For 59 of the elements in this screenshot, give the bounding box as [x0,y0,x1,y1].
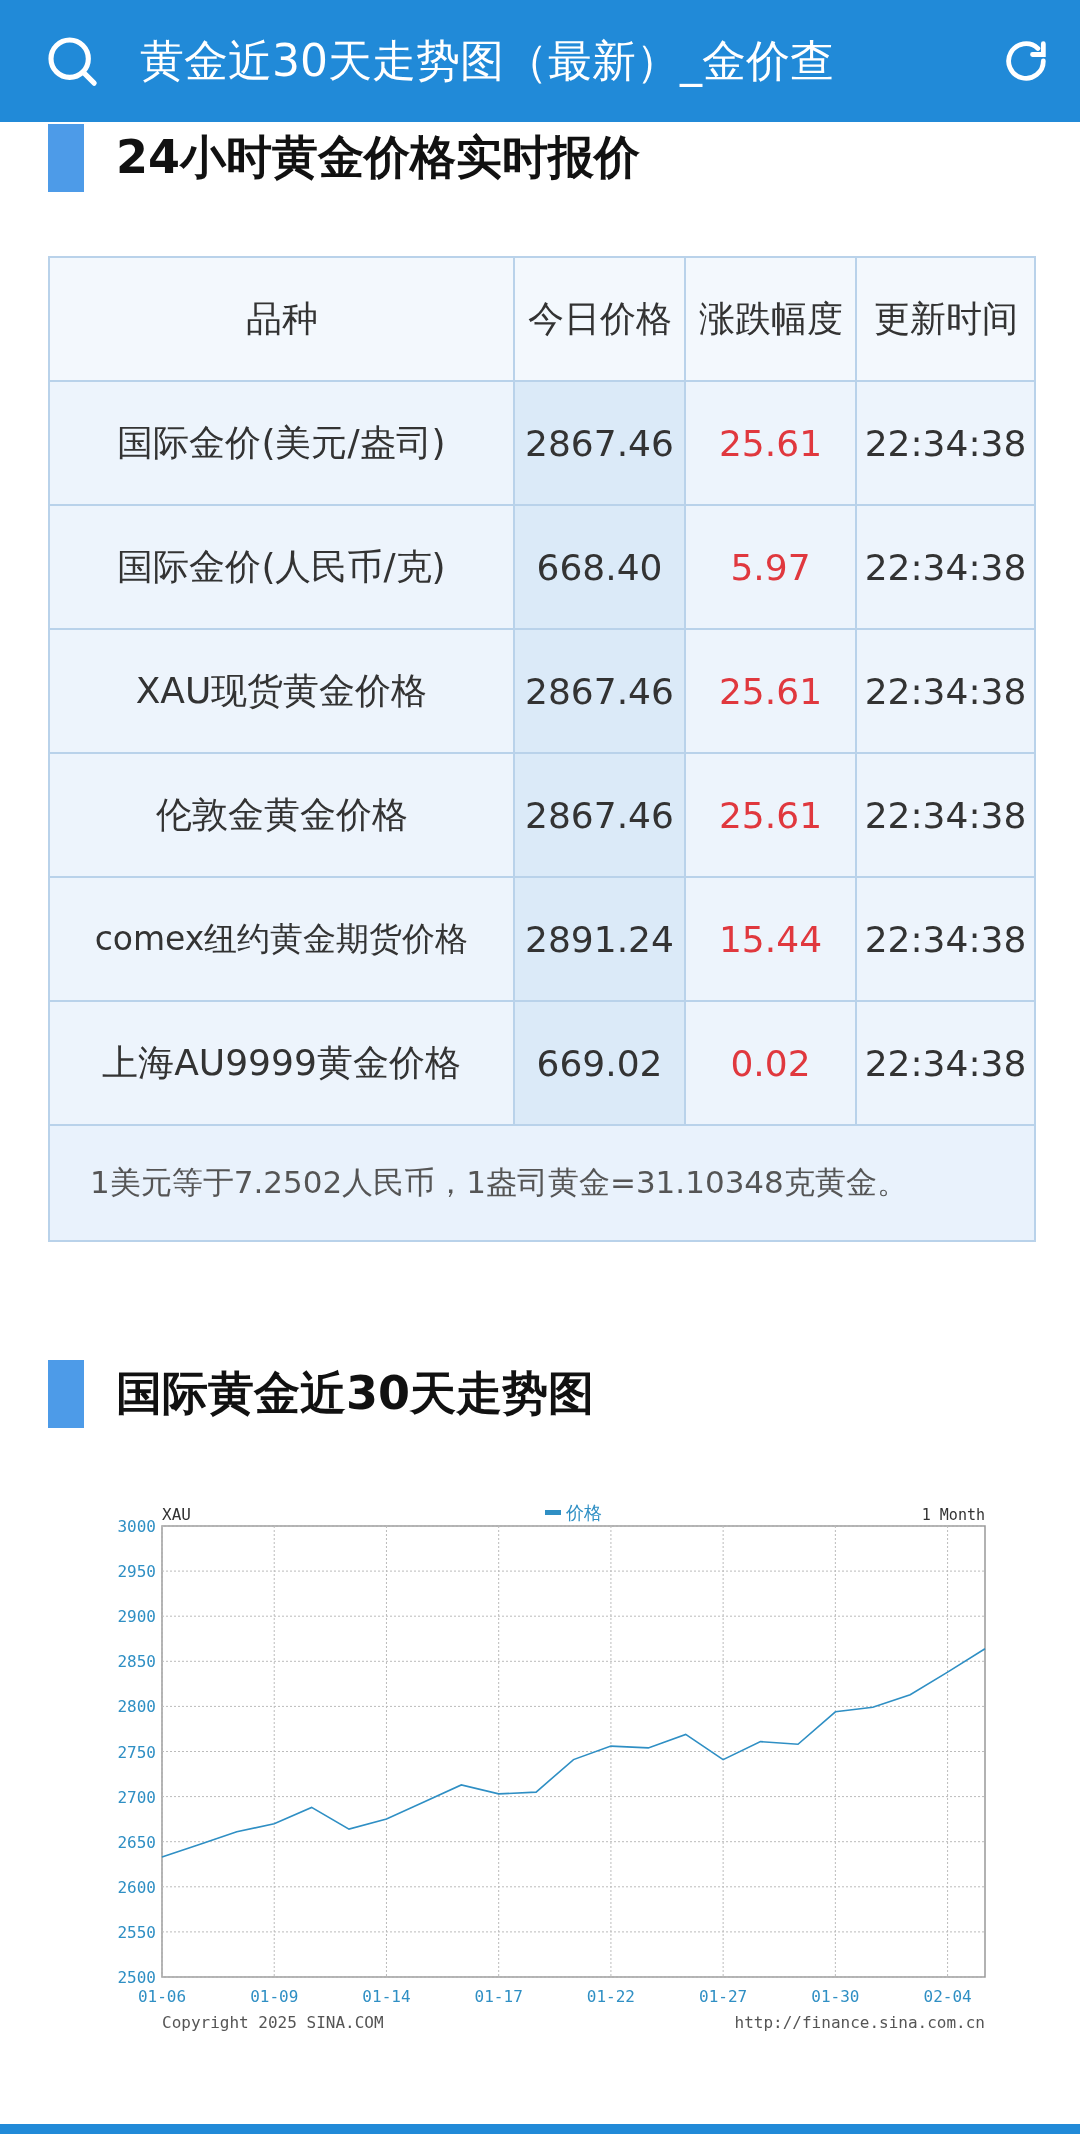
table-cell: 15.44 [686,878,857,1002]
y-axis-label: 2700 [117,1787,156,1807]
legend-swatch [545,1510,561,1515]
section-heading: 国际黄金近30天走势图 [116,1365,594,1422]
table-cell: 2867.46 [515,630,686,754]
x-axis-label: 01-09 [250,1987,299,2006]
x-axis-label: 02-04 [923,1987,972,2006]
section-heading: 24小时黄金价格实时报价 [116,129,640,186]
heading-marker [48,124,84,192]
y-axis-label: 2600 [117,1877,156,1897]
table-cell: 25.61 [686,630,857,754]
table-cell: 25.61 [686,754,857,878]
table-cell: 2891.24 [515,878,686,1002]
y-axis-label: 3000 [117,1517,156,1536]
table-cell: 22:34:38 [857,878,1034,1002]
y-axis-label: 2800 [117,1697,156,1717]
column-header: 涨跌幅度 [686,258,857,382]
y-axis-label: 2900 [117,1607,156,1627]
period-label: 1 Month [921,1506,985,1524]
y-axis-label: 2550 [117,1922,156,1942]
table-cell: XAU现货黄金价格 [50,630,515,754]
x-axis-label: 01-14 [362,1987,411,2006]
table-cell: 22:34:38 [857,754,1034,878]
x-axis-label: 01-30 [811,1987,860,2006]
table-cell: 2867.46 [515,382,686,506]
table-cell: 669.02 [515,1002,686,1126]
table-cell: 22:34:38 [857,630,1034,754]
source-url: http://finance.sina.com.cn [734,2013,985,2032]
column-header: 品种 [50,258,515,382]
heading-marker [48,1360,84,1428]
y-axis-label: 2750 [117,1742,156,1762]
symbol-label: XAU [162,1505,191,1524]
table-cell: 5.97 [686,506,857,630]
table-cell: 22:34:38 [857,506,1034,630]
y-axis-label: 2950 [117,1562,156,1582]
table-cell: 668.40 [515,506,686,630]
table-cell: 伦敦金黄金价格 [50,754,515,878]
table-cell: 25.61 [686,382,857,506]
page-title: 黄金近30天走势图（最新）_金价查 [140,33,835,89]
y-axis-label: 2650 [117,1832,156,1852]
x-axis-label: 01-27 [699,1987,748,2006]
column-header: 今日价格 [515,258,686,382]
table-cell: 2867.46 [515,754,686,878]
table-cell: 22:34:38 [857,382,1034,506]
table-cell: 国际金价(美元/盎司) [50,382,515,506]
table-cell: 0.02 [686,1002,857,1126]
table-cell: 国际金价(人民币/克) [50,506,515,630]
legend-label: 价格 [566,1502,602,1523]
table-cell: 22:34:38 [857,1002,1034,1126]
y-axis-label: 2850 [117,1652,156,1672]
x-axis-label: 01-06 [137,1987,187,2006]
x-axis-label: 01-17 [474,1987,523,2006]
table-cell: comex纽约黄金期货价格 [50,878,515,1002]
x-axis-label: 01-22 [586,1987,635,2006]
column-header: 更新时间 [857,258,1034,382]
table-cell: 上海AU9999黄金价格 [50,1002,515,1126]
table-note: 1美元等于7.2502人民币，1盎司黄金=31.10348克黄金。 [50,1126,1034,1240]
y-axis-label: 2500 [117,1968,156,1987]
copyright-text: Copyright 2025 SINA.COM [162,2013,384,2032]
